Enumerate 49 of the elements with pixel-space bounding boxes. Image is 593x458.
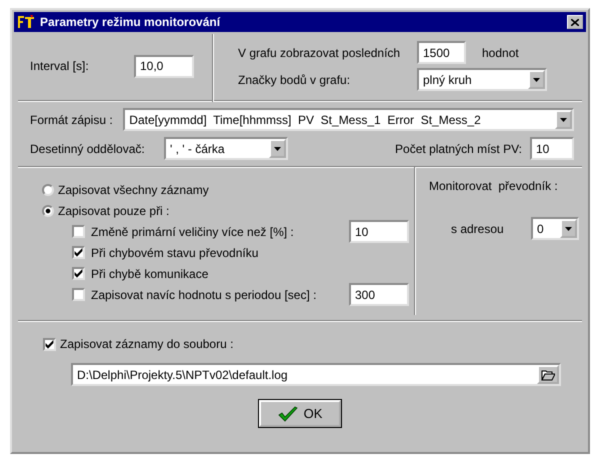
checkmark-icon — [278, 406, 298, 422]
close-icon — [571, 18, 579, 26]
checkbox-label[interactable]: Při chybě komunikace — [91, 264, 343, 282]
caret-icon — [560, 118, 567, 122]
dropdown-button[interactable] — [528, 70, 545, 89]
decimal-dropdown[interactable]: ' , ' - čárka — [164, 137, 288, 160]
checkbox[interactable] — [72, 267, 85, 280]
digits-field[interactable]: 10 — [530, 137, 574, 160]
decimal-label: Desetinný oddělovač: — [30, 140, 146, 158]
markers-dropdown[interactable]: plný kruh — [417, 68, 547, 91]
dropdown-button[interactable] — [269, 139, 286, 158]
interval-label: Interval [s]: — [30, 58, 90, 75]
checkbox[interactable] — [43, 338, 56, 350]
folder-icon — [541, 368, 555, 380]
close-button[interactable] — [567, 15, 583, 29]
address-dropdown[interactable]: 0 — [531, 217, 579, 240]
unit-label: hodnot — [482, 44, 519, 62]
dropdown-button[interactable] — [560, 219, 577, 238]
radio-button[interactable] — [42, 204, 54, 216]
radio-label[interactable]: Zapisovat pouze při : — [58, 202, 170, 220]
checkbox-label[interactable]: Zapisovat navíc hodnotu s periodou [sec] : — [91, 286, 343, 304]
radio-label[interactable]: Zapisovat všechny záznamy — [58, 180, 209, 198]
points-label: V grafu zobrazovat posledních — [238, 44, 402, 62]
checkbox-label[interactable]: Při chybovém stavu převodníku — [91, 244, 343, 262]
dropdown-button[interactable] — [555, 110, 572, 129]
markers-label: Značky bodů v grafu: — [238, 72, 352, 88]
format-dropdown[interactable]: Date[yymmdd] Time[hhmmss] PV St_Mess_1 Error St_Mess_2 — [123, 108, 574, 131]
caret-icon — [274, 146, 281, 150]
caret-icon — [533, 78, 540, 82]
digits-label: Počet platných míst PV: — [395, 140, 522, 158]
checkbox-label[interactable]: Zapisovat záznamy do souboru : — [60, 335, 234, 353]
browse-button[interactable] — [537, 365, 559, 384]
value-field[interactable]: 300 — [349, 283, 409, 306]
checkbox[interactable] — [72, 246, 85, 259]
caret-icon — [565, 226, 572, 230]
interval-field[interactable]: 10,0 — [134, 54, 194, 78]
monitor-label: Monitorovat převodník : — [429, 178, 559, 195]
radio-button[interactable] — [42, 184, 54, 196]
value-field[interactable]: 10 — [349, 220, 409, 243]
app-logo-icon — [17, 14, 35, 30]
window-title: Parametry režimu monitorování — [40, 14, 220, 31]
format-label: Formát zápisu : — [30, 112, 114, 128]
ok-button[interactable]: OK — [259, 400, 341, 427]
checkbox[interactable] — [72, 288, 85, 301]
points-field[interactable]: 1500 — [417, 41, 466, 64]
checkbox[interactable] — [72, 225, 85, 238]
checkbox-label[interactable]: Změně primární veličiny více než [%] : — [91, 222, 343, 240]
address-label: s adresou — [451, 220, 505, 238]
file-path-field[interactable]: D:\Delphi\Projekty.5\NPTv02\default.log — [71, 363, 561, 386]
